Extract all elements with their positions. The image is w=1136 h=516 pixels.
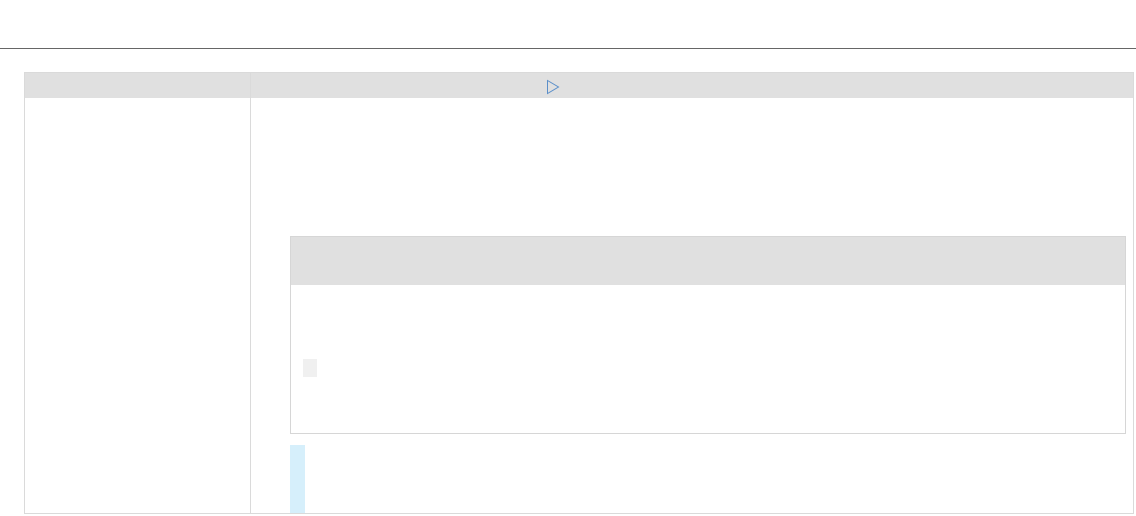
table-header-row (25, 73, 1133, 98)
page (0, 0, 1136, 516)
content-card (290, 236, 1126, 434)
placeholder-chip (303, 359, 317, 377)
main-panel (251, 98, 1133, 513)
header-cell-right (251, 73, 1133, 98)
layout-table (24, 72, 1134, 514)
play-outline-icon (547, 79, 560, 95)
play-button[interactable] (545, 79, 561, 95)
content-card-body (291, 285, 1125, 433)
content-card-header (291, 237, 1125, 285)
top-divider (0, 48, 1136, 49)
selection-highlight-bar (290, 445, 305, 513)
side-panel (25, 98, 250, 513)
header-cell-left (25, 73, 250, 98)
